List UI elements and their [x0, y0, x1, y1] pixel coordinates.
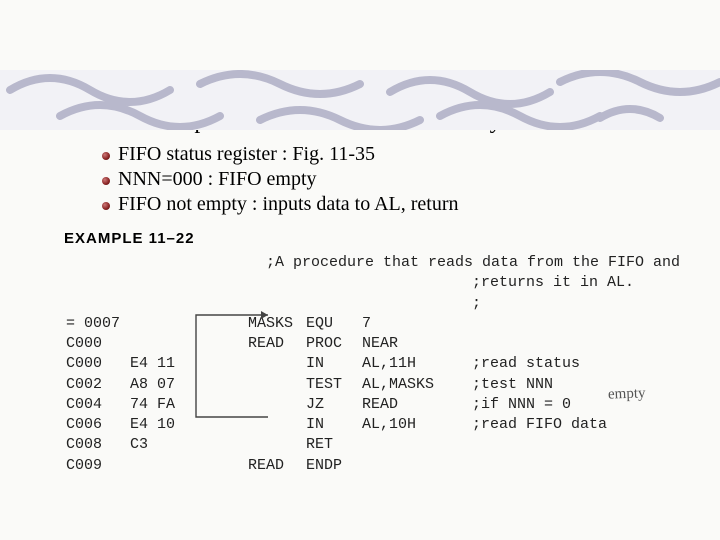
sub-bullet-item: FIFO not empty : inputs data to AL, retu… [102, 193, 680, 216]
code-line: ; [66, 294, 680, 314]
example-heading: EXAMPLE 11–22 [64, 230, 680, 247]
dot-bullet-icon [102, 202, 110, 210]
code-line: C006E4 10INAL,10H;read FIFO data [66, 415, 680, 435]
header-decoration [0, 70, 720, 130]
code-line: C00474 FAJZREAD;if NNN = 0 [66, 395, 680, 415]
sub-bullet-item: NNN=000 : FIFO empty [102, 168, 680, 191]
code-line: C008C3RET [66, 435, 680, 455]
code-line: C000E4 11INAL,11H;read status [66, 354, 680, 374]
code-line: C000READPROCNEAR [66, 334, 680, 354]
sub-bullet-text: NNN=000 : FIFO empty [118, 168, 317, 191]
dot-bullet-icon [102, 177, 110, 185]
code-line: ;returns it in AL. [66, 273, 680, 293]
code-line: C009READENDP [66, 456, 680, 476]
sub-bullet-text: FIFO not empty : inputs data to AL, retu… [118, 193, 459, 216]
dot-bullet-icon [102, 152, 110, 160]
sub-bullet-text: FIFO status register : Fig. 11-35 [118, 143, 375, 166]
code-line: ;A procedure that reads data from the FI… [66, 253, 680, 273]
code-listing: empty ;A procedure that reads data from … [66, 253, 680, 476]
code-line: = 0007MASKSEQU7 [66, 314, 680, 334]
content-area: Ex. 11-22 : procedure to read data from … [0, 108, 720, 476]
sub-bullet-list: FIFO status register : Fig. 11-35 NNN=00… [102, 143, 680, 216]
wave-pattern-icon [0, 70, 720, 130]
handwritten-note: empty [608, 383, 646, 405]
sub-bullet-item: FIFO status register : Fig. 11-35 [102, 143, 680, 166]
code-line: C002A8 07TESTAL,MASKS;test NNN [66, 375, 680, 395]
